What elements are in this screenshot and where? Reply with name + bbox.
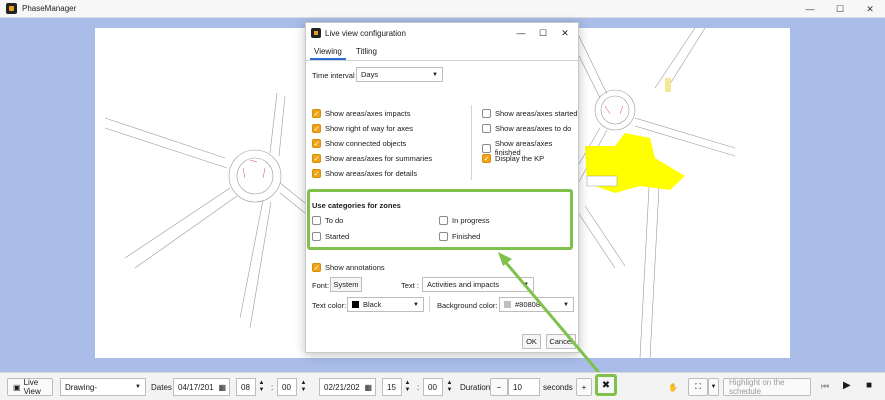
highlight-schedule-button[interactable]: Highlight on the schedule (723, 378, 811, 396)
hand-tool-button[interactable]: ✋ (663, 378, 683, 396)
spin-up-icon[interactable]: ▲ (259, 380, 265, 387)
callout-arrow (498, 252, 603, 376)
spin-down-icon[interactable]: ▼ (447, 387, 453, 394)
start-hour-spinner[interactable]: ▲ ▼ (257, 378, 266, 396)
spin-up-icon[interactable]: ▲ (405, 380, 411, 387)
video-icon: ▣ (13, 382, 21, 392)
spin-up-icon[interactable]: ▲ (447, 380, 453, 387)
start-date-value: 04/17/201 (178, 382, 214, 392)
live-view-label: Live View (23, 378, 41, 396)
drawing-select[interactable]: Drawing- ▼ (60, 378, 146, 396)
settings-tools-button[interactable]: ✖ (595, 374, 617, 396)
end-date-input[interactable]: 02/21/202 ▦ (319, 378, 376, 396)
time-separator: : (417, 383, 420, 392)
end-min-spinner[interactable]: ▲ ▼ (445, 378, 454, 396)
start-date-input[interactable]: 04/17/201 ▦ (173, 378, 230, 396)
play-icon[interactable]: ▶ (843, 380, 851, 391)
start-hour-input[interactable]: 08 (236, 378, 256, 396)
end-min-input[interactable]: 00 (423, 378, 443, 396)
end-hour-input[interactable]: 15 (382, 378, 402, 396)
frame-dropdown-button[interactable]: ▼ (708, 378, 719, 396)
duration-input[interactable]: 10 (508, 378, 540, 396)
spin-up-icon[interactable]: ▲ (301, 380, 307, 387)
end-date-value: 02/21/202 (324, 382, 360, 392)
calendar-icon: ▦ (218, 382, 226, 392)
tools-icon: ✖ (601, 379, 611, 391)
frame-select-button[interactable]: ⛶ (688, 378, 708, 396)
spin-down-icon[interactable]: ▼ (259, 387, 265, 394)
duration-minus-button[interactable]: − (490, 378, 508, 396)
start-min-input[interactable]: 00 (277, 378, 297, 396)
end-min-value: 00 (428, 382, 437, 392)
duration-plus-button[interactable]: + (576, 378, 592, 396)
duration-label: Duration (460, 383, 491, 392)
duration-unit-label: seconds (543, 383, 573, 392)
spin-down-icon[interactable]: ▼ (405, 387, 411, 394)
end-hour-spinner[interactable]: ▲ ▼ (403, 378, 412, 396)
time-separator: : (271, 383, 274, 392)
spin-down-icon[interactable]: ▼ (301, 387, 307, 394)
start-min-value: 00 (282, 382, 291, 392)
end-hour-value: 15 (387, 382, 396, 392)
live-view-button[interactable]: ▣ Live View (7, 378, 53, 396)
start-min-spinner[interactable]: ▲ ▼ (299, 378, 308, 396)
stop-icon[interactable]: ■ (866, 380, 872, 391)
calendar-icon: ▦ (364, 382, 372, 392)
drawing-select-value: Drawing- (65, 382, 98, 392)
hand-icon: ✋ (668, 382, 678, 392)
duration-value: 10 (513, 382, 522, 392)
dates-label: Dates (151, 383, 172, 392)
chevron-down-icon: ▼ (135, 384, 141, 390)
skip-back-icon[interactable]: ⏮ (821, 381, 829, 392)
frame-icon: ⛶ (695, 382, 701, 391)
start-hour-value: 08 (241, 382, 250, 392)
bottom-toolbar: ▣ Live View Drawing- ▼ Dates 04/17/201 ▦… (0, 372, 885, 400)
chevron-down-icon: ▼ (710, 384, 717, 390)
